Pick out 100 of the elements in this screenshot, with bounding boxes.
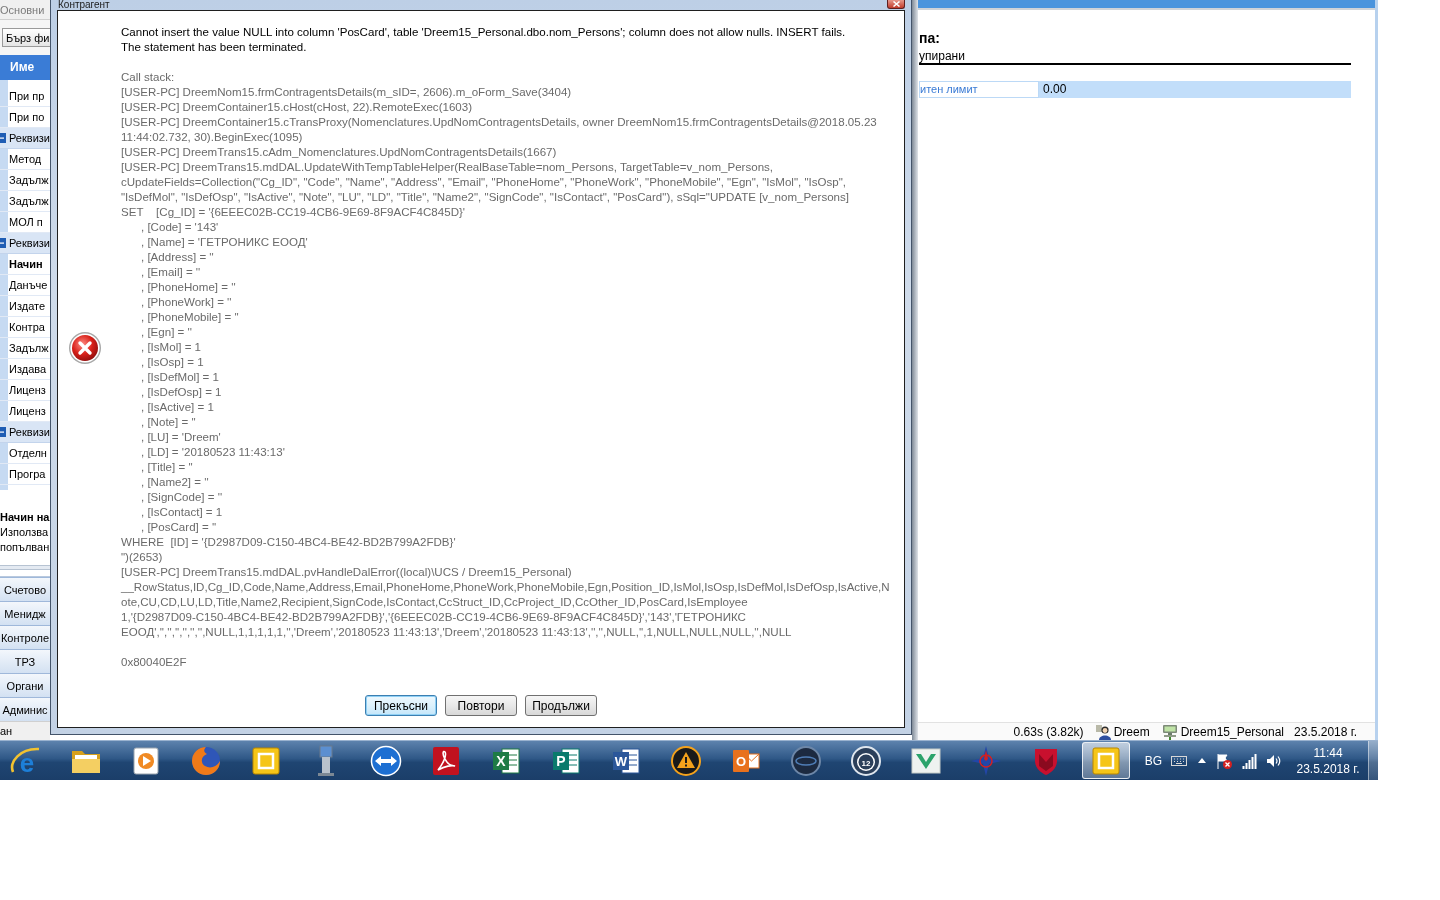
nav-button[interactable]: Контроле [0,625,50,649]
caret-icon[interactable] [1198,758,1206,763]
collapse-icon[interactable] [0,238,6,248]
call-stack-line: [USER-PC] DreemTrans15.mdDAL.UpdateWithTempTableHelper(RealBaseTable=nom_Persons, TargetTable=v_nom_Persons, [121,160,775,175]
call-stack-line: 11:44:02.732, 30).BeginExec(1095) [121,130,304,145]
call-stack-line: , [SignCode] = '' [140,490,224,505]
call-stack-line: , [PhoneWork] = '' [140,295,233,310]
filter-button[interactable]: Бърз фи [2,28,50,47]
call-stack-line: "IsDefMol", "IsDefOsp", "IsActive", "Note", "LU", "LD", "Title", "Name2", "SignCode", "IsContact", "PosCard"), sSql="UPDATE [v_nom_Persons] [121,190,850,205]
dialog-button[interactable]: Продължи [525,695,597,716]
category-row[interactable]: Реквизи [0,422,50,443]
call-stack-line: [USER-PC] DreemContainer15.cTransProxy(Nomenclatures.UpdNomContragentsDetails, owner DreemNom15.frmContragentsDetails@2018.05.23 [121,115,878,130]
call-stack-line: [USER-PC] DreemTrans15.cAdm_Nomenclatures.UpdNomContragentsDetails(1667) [121,145,558,160]
call-stack-line: , [IsDefMol] = 1 [140,370,220,385]
call-stack-line: 1,'{D2987D09-C150-4BC4-BE42-BD2B799A2FDB}','{6EEEC02B-CC19-4CB6-9E69-8F9ACF4C845D}','143','ГЕТРОНИКС [121,610,747,625]
call-stack-line: __RowStatus,ID,Cg_ID,Code,Name,Address,Email,PhoneHome,PhoneWork,PhoneMobile,Egn,Position_ID,IsMol,IsOsp,IsDefMol,IsDefOsp,IsActive,N [121,580,890,595]
property-label[interactable]: Лиценз [9,384,46,396]
call-stack-line: , [PhoneMobile] = '' [140,310,240,325]
property-label[interactable]: Начин [9,258,43,270]
error-code: 0x80040E2F [121,655,188,670]
call-stack-line: WHERE [ID] = '{D2987D09-C150-4BC4-BE42-BD2B799A2FDB}' [121,535,457,550]
clock-time[interactable]: 11:44 [1313,744,1343,761]
collapse-icon[interactable] [0,427,6,437]
taskbar-button[interactable] [1082,742,1130,779]
input-field[interactable]: упирани [919,49,1351,65]
close-icon [892,1,900,7]
call-stack-line: , [IsActive] = 1 [140,400,215,415]
show-desktop-button[interactable] [1368,741,1378,780]
call-stack-line: ЕООД','','','','','','',NULL,1,1,1,1,1,'','Dreem','20180523 11:43:13','Dreem','20180523 11:43:13','','',NULL,'',1,NULL,NULL,NULL,'',NULL [121,625,793,640]
call-stack-line: , [Title] = '' [140,460,194,475]
database-name: Dreem15_Personal [1180,724,1285,739]
status-date: 23.5.2018 г. [1294,724,1357,739]
call-stack-line: , [Name] = 'ГЕТРОНИКС ЕООД' [140,235,309,250]
warning-icon[interactable] [670,744,702,777]
call-stack-line: , [Code] = '143' [140,220,220,235]
user-icon [1094,723,1111,740]
dialog-button[interactable]: Прекъсни [365,695,437,716]
call-stack-line: [USER-PC] DreemContainer15.cHost(cHost, 22).RemoteExec(1603) [121,100,474,115]
call-stack-line: , [IsOsp] = 1 [140,355,205,370]
property-label[interactable]: Задълж [9,195,49,207]
number-disc-icon[interactable]: 12 [850,744,882,777]
call-stack-line: , [Note] = '' [140,415,197,430]
property-label[interactable]: Контра [9,321,45,333]
nav-button[interactable]: Менидж [0,601,50,625]
error-message: Cannot insert the value NULL into column 'PosCard', table 'Dreem15_Personal.dbo.nom_Persons'; column does not allow nulls. INSERT fails. The statement has been terminated. [121,25,847,55]
nav-button[interactable]: Счетово [0,577,50,601]
call-stack-line: , [IsDefOsp] = 1 [140,385,223,400]
network-icon[interactable] [1216,752,1232,769]
nav-button[interactable]: Органи [0,673,50,697]
call-stack-line: , [Egn] = '' [140,325,193,340]
call-stack-line: SET [Cg_ID] = '{6EEEC02B-CC19-4CB6-9E69-8F9ACF4C845D}' [121,205,467,220]
user-name: Dreem [1113,724,1150,739]
play-icon[interactable] [130,744,162,777]
property-label[interactable]: Лиценз [9,405,46,417]
square-icon [1090,744,1122,777]
error-icon [69,331,101,364]
globe-icon[interactable] [190,744,222,777]
call-stack-line: , [PosCard] = '' [140,520,218,535]
swirl-document-icon[interactable] [430,744,462,777]
property-label[interactable]: Задълж [9,342,49,354]
call-stack-line: , [Address] = '' [140,250,215,265]
property-label[interactable]: При по [9,111,45,123]
property-label[interactable]: Издате [9,300,46,312]
call-stack-line: [USER-PC] DreemTrans15.mdDAL.pvHandleDalError((local)\UCS / Dreem15_Personal) [121,565,573,580]
call-stack-line: , [LU] = 'Dreem' [140,430,222,445]
property-label[interactable]: Метод [9,153,42,165]
nav-button[interactable]: ТРЗ [0,649,50,673]
square-icon[interactable] [250,744,282,777]
property-label[interactable]: При пр [9,90,45,102]
section-label: па: [919,30,940,46]
call-stack-line: , [Email] = '' [140,265,202,280]
category-label: Реквизи [9,132,50,144]
disc-icon[interactable] [790,744,822,777]
value-field[interactable]: 0.00 [1039,81,1351,98]
close-button[interactable] [887,0,905,9]
description-title: Начин на [0,510,50,525]
call-stack-heading: Call stack: [121,70,176,85]
category-label: Реквизи [9,426,50,438]
property-label[interactable]: Издава [9,363,47,375]
description-text: Използва попълван [0,525,50,555]
property-label[interactable]: Задълж [9,174,49,186]
category-row[interactable]: Реквизи [0,128,50,149]
clock-date[interactable]: 23.5.2018 г. [1296,760,1360,777]
property-label[interactable]: Данъче [9,279,48,291]
property-label[interactable]: Програ [9,468,46,480]
nav-button[interactable]: Админис [0,697,50,721]
call-stack-line: , [Name2] = '' [140,475,210,490]
language-indicator[interactable]: BG [1144,753,1162,768]
property-label[interactable]: Отделн [9,447,47,459]
signal-icon[interactable] [1242,752,1258,769]
call-stack-line: cUpdateFields=Collection("Cg_ID", "Code", "Name", "Address", "Email", "PhoneHome", "PhoneWork", "PhoneMobile", "Egn", "IsMol", "IsOsp", [121,175,848,190]
status-text: 0.63s (3.82k) [1013,724,1084,739]
call-stack-line: ote,CU,CD,LU,LD,Title,Name2,Recipient,SignCode,IsContact,CcStruct_ID,CcProject_ID,CcOther_ID,PosCard,IsEmployee [121,595,749,610]
property-label[interactable]: МОЛ п [9,216,43,228]
collapse-icon[interactable] [0,133,6,143]
call-stack-line: [USER-PC] DreemNom15.frmContragentsDetails(m_sID=, 2606).m_oForm_Save(3404) [121,85,573,100]
dialog-title: Контрагент [57,0,110,10]
category-row[interactable]: Реквизи [0,233,50,254]
dialog-button[interactable]: Повтори [445,695,517,716]
category-label: Реквизи [9,237,50,249]
